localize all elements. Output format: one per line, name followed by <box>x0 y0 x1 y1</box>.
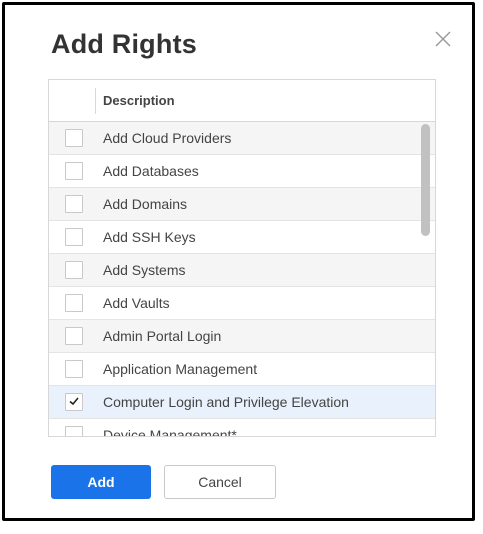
add-rights-dialog: Add Rights Description Add Cloud Provide… <box>2 2 475 521</box>
list-item[interactable]: Admin Portal Login <box>49 320 435 353</box>
row-label: Add Databases <box>103 163 199 179</box>
header-divider <box>95 88 96 114</box>
row-checkbox[interactable] <box>65 129 83 147</box>
dialog-title: Add Rights <box>51 29 197 59</box>
rights-list: Description Add Cloud Providers Add Data… <box>48 79 436 437</box>
row-label: Add Systems <box>103 262 186 278</box>
row-checkbox[interactable] <box>65 162 83 180</box>
row-checkbox[interactable] <box>65 261 83 279</box>
add-button[interactable]: Add <box>51 465 151 499</box>
row-label: Application Management <box>103 361 258 377</box>
close-icon[interactable] <box>433 29 453 49</box>
row-label: Computer Login and Privilege Elevation <box>103 394 349 410</box>
row-label: Add SSH Keys <box>103 229 196 245</box>
description-column-header: Description <box>103 93 175 108</box>
checkmark-icon <box>69 397 79 406</box>
row-checkbox[interactable] <box>65 426 83 436</box>
row-label: Admin Portal Login <box>103 328 222 344</box>
row-checkbox[interactable] <box>65 360 83 378</box>
list-item[interactable]: Add SSH Keys <box>49 221 435 254</box>
row-checkbox[interactable] <box>65 393 83 411</box>
row-checkbox[interactable] <box>65 327 83 345</box>
row-label: Add Domains <box>103 196 188 212</box>
list-scrollbar[interactable] <box>419 122 435 436</box>
list-item[interactable]: Computer Login and Privilege Elevation <box>49 386 435 419</box>
row-checkbox[interactable] <box>65 228 83 246</box>
list-item[interactable]: Device Management* <box>49 419 435 437</box>
list-item[interactable]: Add Databases <box>49 155 435 188</box>
cancel-button[interactable]: Cancel <box>164 465 276 499</box>
row-label: Add Cloud Providers <box>103 130 232 146</box>
row-label: Device Management* <box>103 427 237 437</box>
row-label: Add Vaults <box>103 295 170 311</box>
list-item[interactable]: Add Domains <box>49 188 435 221</box>
row-checkbox[interactable] <box>65 294 83 312</box>
row-checkbox[interactable] <box>65 195 83 213</box>
rights-rows: Add Cloud Providers Add Databases Add Do… <box>49 122 435 437</box>
list-item[interactable]: Application Management <box>49 353 435 386</box>
list-item[interactable]: Add Systems <box>49 254 435 287</box>
list-item[interactable]: Add Vaults <box>49 287 435 320</box>
scrollbar-thumb[interactable] <box>421 124 430 236</box>
list-item[interactable]: Add Cloud Providers <box>49 122 435 155</box>
list-header: Description <box>49 80 435 122</box>
